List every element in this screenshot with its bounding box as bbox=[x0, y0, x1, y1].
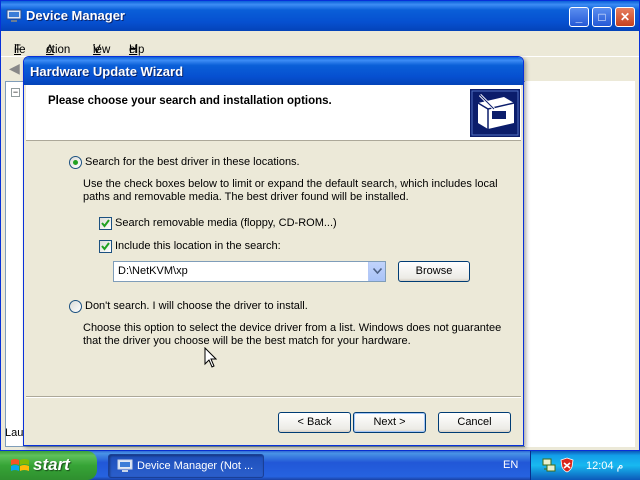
back-arrow-icon[interactable]: ◀ bbox=[9, 60, 20, 77]
minimize-icon: _ bbox=[575, 10, 583, 24]
mouse-cursor-icon bbox=[204, 347, 217, 368]
browse-button-label: Browse bbox=[415, 265, 453, 277]
dont-search-description: Choose this option to select the device … bbox=[83, 322, 502, 347]
close-button[interactable]: ✕ bbox=[615, 7, 635, 27]
cancel-button-label: Cancel bbox=[457, 416, 492, 428]
device-tree-right-area bbox=[525, 81, 635, 447]
minimize-button[interactable]: _ bbox=[569, 7, 589, 27]
include-location-label[interactable]: Include this location in the search: bbox=[115, 240, 281, 252]
menu-bar: File Action View Help bbox=[14, 44, 145, 56]
close-icon: ✕ bbox=[619, 10, 631, 24]
computer-icon bbox=[6, 9, 22, 22]
location-path-value: D:\NetKVM\xp bbox=[118, 265, 188, 277]
menu-help-rest: elp bbox=[129, 44, 145, 56]
network-icon[interactable] bbox=[541, 457, 557, 473]
back-button-label: < Back bbox=[297, 416, 332, 428]
cancel-button[interactable]: Cancel bbox=[438, 412, 511, 433]
maximize-button[interactable]: □ bbox=[592, 7, 612, 27]
dont-search-radio[interactable] bbox=[69, 300, 82, 313]
dont-search-radio-label[interactable]: Don't search. I will choose the driver t… bbox=[85, 300, 308, 312]
taskbar-button-label: Device Manager (Not ... bbox=[137, 460, 254, 472]
checkmark-icon bbox=[101, 219, 110, 228]
wizard-header-text: Please choose your search and installati… bbox=[48, 95, 332, 107]
menu-file-rest: ile bbox=[14, 44, 26, 56]
removable-media-label[interactable]: Search removable media (floppy, CD-ROM..… bbox=[115, 217, 337, 229]
menu-action-rest: ction bbox=[46, 44, 71, 56]
include-location-checkbox[interactable] bbox=[99, 240, 112, 253]
search-radio-label[interactable]: Search for the best driver in these loca… bbox=[85, 156, 300, 168]
dropdown-button[interactable] bbox=[368, 262, 385, 281]
wizard-title: Hardware Update Wizard bbox=[30, 64, 184, 79]
hardware-update-wizard-dialog: Hardware Update Wizard Please choose you… bbox=[23, 56, 524, 446]
location-path-combobox[interactable]: D:\NetKVM\xp bbox=[113, 261, 386, 282]
back-button[interactable]: < Back bbox=[278, 412, 351, 433]
taskbar-device-manager-button[interactable]: Device Manager (Not ... bbox=[108, 454, 264, 478]
system-tray: 12:04 م bbox=[530, 451, 640, 480]
maximize-icon: □ bbox=[598, 10, 606, 24]
language-indicator[interactable]: EN bbox=[503, 459, 518, 471]
hardware-wizard-icon bbox=[470, 89, 520, 137]
start-label: start bbox=[33, 455, 70, 474]
button-separator bbox=[26, 396, 521, 398]
removable-media-checkbox[interactable] bbox=[99, 217, 112, 230]
search-description: Use the check boxes below to limit or ex… bbox=[83, 178, 498, 203]
windows-logo-icon bbox=[11, 459, 29, 471]
device-manager-title-bar[interactable]: Device Manager _ □ ✕ bbox=[1, 1, 639, 31]
checkmark-icon bbox=[101, 242, 110, 251]
next-button[interactable]: Next > bbox=[353, 412, 426, 433]
menu-view-rest: iew bbox=[93, 44, 111, 56]
taskbar: start Device Manager (Not ... EN 12:04 م bbox=[0, 451, 640, 480]
collapse-icon[interactable]: − bbox=[11, 88, 20, 97]
chevron-down-icon bbox=[373, 268, 382, 274]
device-manager-title: Device Manager bbox=[26, 8, 125, 23]
computer-icon bbox=[117, 459, 133, 472]
wizard-header: Please choose your search and installati… bbox=[26, 85, 521, 141]
security-shield-icon[interactable] bbox=[559, 457, 575, 473]
status-bar-text: Lau bbox=[5, 427, 24, 439]
browse-button[interactable]: Browse bbox=[398, 261, 470, 282]
start-button[interactable]: start bbox=[0, 451, 97, 480]
search-radio[interactable] bbox=[69, 156, 82, 169]
next-button-label: Next > bbox=[373, 416, 406, 428]
wizard-title-bar[interactable]: Hardware Update Wizard bbox=[24, 57, 523, 85]
clock[interactable]: 12:04 م bbox=[586, 459, 623, 472]
radio-selected-dot bbox=[73, 160, 78, 165]
